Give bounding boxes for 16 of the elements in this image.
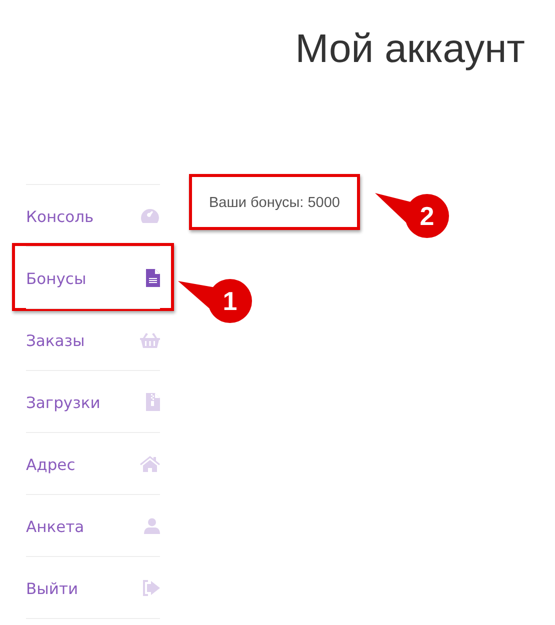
zip-file-icon <box>146 392 160 410</box>
gauge-icon <box>140 208 160 224</box>
sidebar-item[interactable]: Выйти <box>26 556 160 618</box>
sidebar-item[interactable]: Адрес <box>26 432 160 494</box>
sidebar-item[interactable]: Загрузки <box>26 370 160 432</box>
house-icon <box>140 456 160 472</box>
page-title: Мой аккаунт <box>294 26 526 73</box>
basket-icon <box>140 332 160 348</box>
sidebar-item[interactable]: Консоль <box>26 184 160 246</box>
document-icon <box>146 268 160 286</box>
sidebar-item[interactable]: Заказы <box>26 308 160 370</box>
bonus-text: Ваши бонусы: 5000 <box>209 195 340 211</box>
person-icon <box>144 518 160 534</box>
sidebar-item[interactable]: Анкета <box>26 494 160 556</box>
sidebar-item[interactable]: Бонусы <box>26 246 160 308</box>
sign-out-icon <box>142 580 160 596</box>
